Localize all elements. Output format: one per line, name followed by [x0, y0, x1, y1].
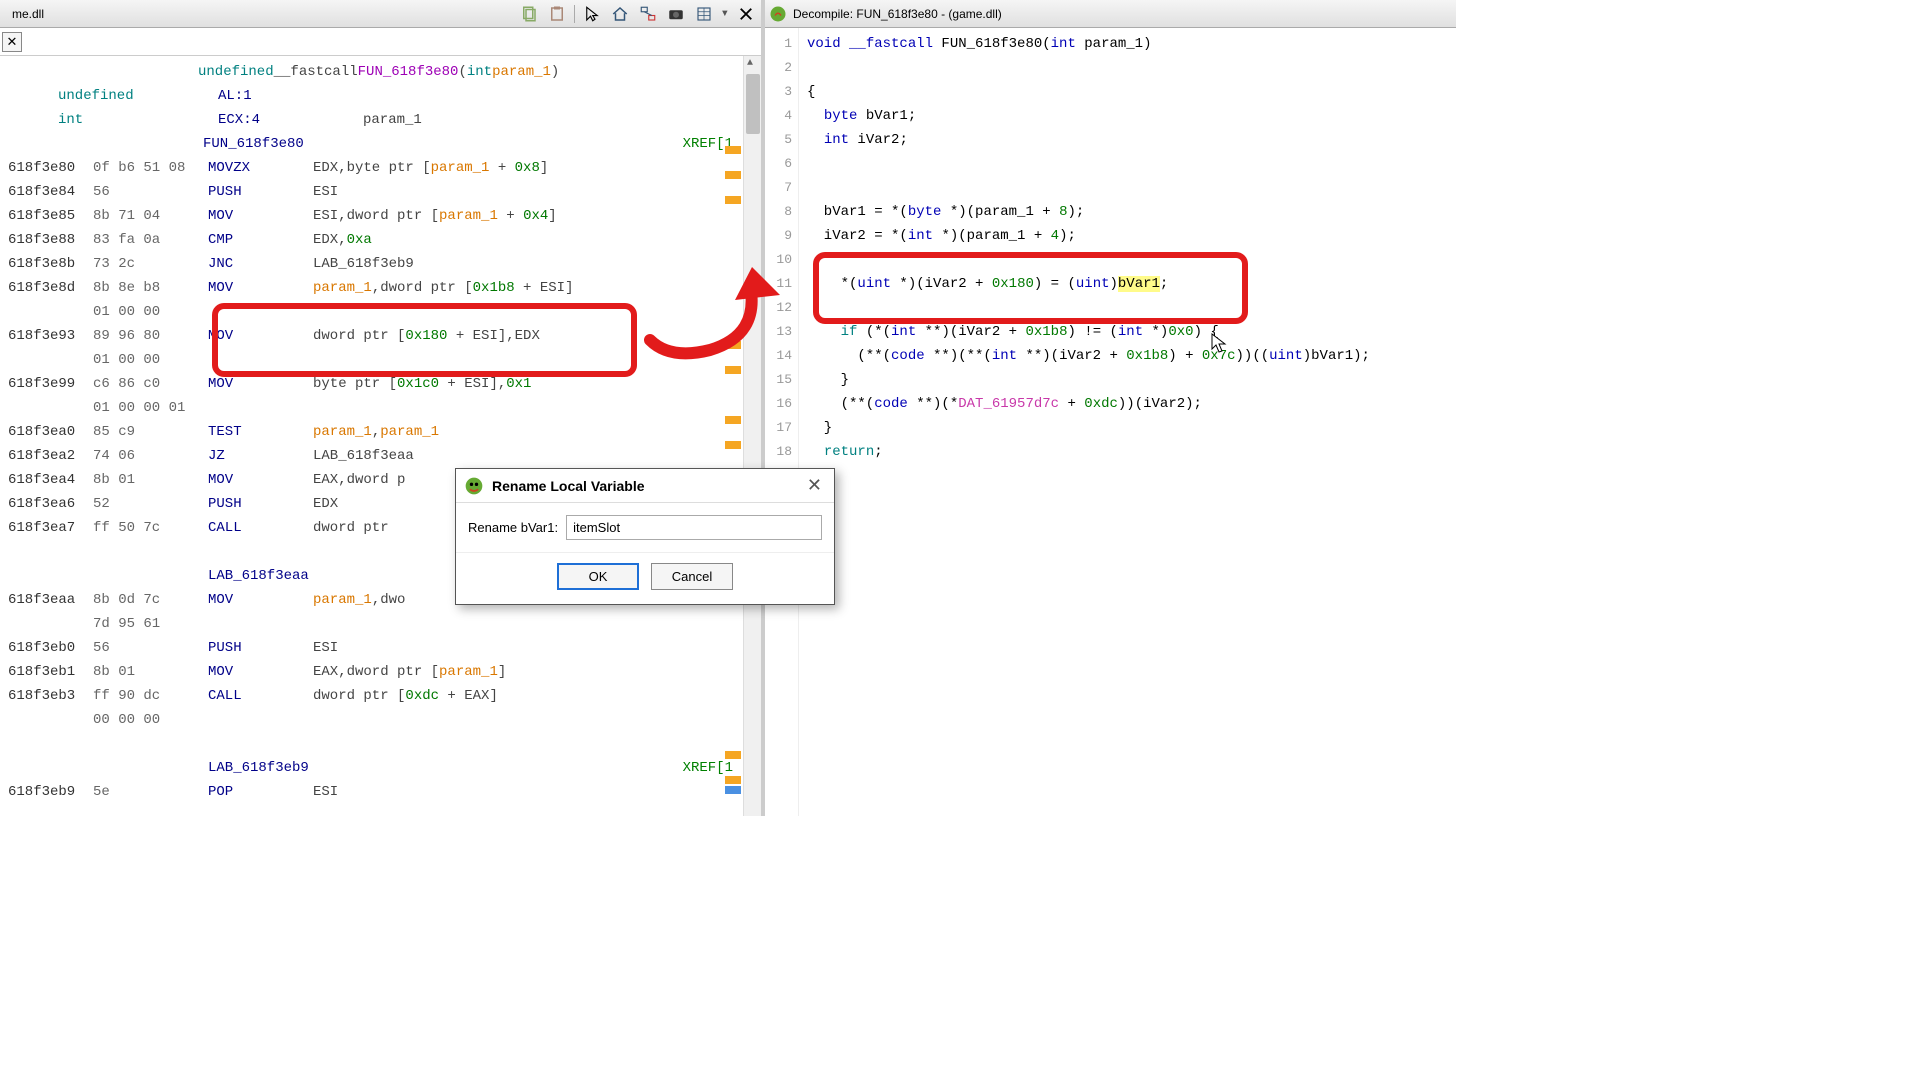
snapshot-icon[interactable]	[665, 3, 687, 25]
dialog-title: Rename Local Variable	[492, 478, 645, 494]
rename-field-label: Rename bVar1:	[468, 520, 558, 535]
disassembly-panel: me.dll	[0, 0, 765, 816]
rename-input[interactable]	[566, 515, 822, 540]
decompile-code-body[interactable]: void __fastcall FUN_618f3e80(int param_1…	[799, 28, 1456, 816]
line-number-gutter: 123456789101112131415161718	[765, 28, 799, 816]
copy-icon[interactable]	[518, 3, 540, 25]
field-editor-icon[interactable]	[693, 3, 715, 25]
close-panel-icon[interactable]	[735, 3, 757, 25]
cursor-tool-icon[interactable]	[581, 3, 603, 25]
scroll-up-icon[interactable]: ▲	[747, 58, 753, 69]
disassembly-listing[interactable]: undefined __fastcall FUN_618f3e80(int pa…	[0, 56, 761, 816]
paste-icon[interactable]	[546, 3, 568, 25]
scroll-thumb[interactable]	[746, 74, 760, 134]
rename-dialog: Rename Local Variable ✕ Rename bVar1: OK…	[455, 468, 835, 605]
decompile-panel: Decompile: FUN_618f3e80 - (game.dll) 123…	[765, 0, 1456, 816]
ghidra-app-icon	[464, 476, 484, 496]
toolbar-divider	[574, 5, 575, 23]
ok-button[interactable]: OK	[557, 563, 639, 590]
sub-tab-bar: ✕	[0, 28, 761, 56]
decompile-tab-title: Decompile: FUN_618f3e80 - (game.dll)	[793, 7, 1002, 21]
graph-icon[interactable]	[637, 3, 659, 25]
right-tab-bar: Decompile: FUN_618f3e80 - (game.dll)	[765, 0, 1456, 28]
left-tab-bar: me.dll	[0, 0, 761, 28]
cancel-button[interactable]: Cancel	[651, 563, 733, 590]
dialog-close-icon[interactable]: ✕	[803, 475, 826, 496]
home-icon[interactable]	[609, 3, 631, 25]
minimap-column	[725, 56, 741, 816]
left-tab-title: me.dll	[4, 5, 52, 23]
ghidra-icon	[769, 5, 787, 23]
scrollbar-vertical[interactable]: ▲	[743, 56, 761, 816]
decompile-code-area[interactable]: 123456789101112131415161718 void __fastc…	[765, 28, 1456, 816]
dialog-titlebar[interactable]: Rename Local Variable ✕	[456, 469, 834, 503]
close-tab-icon[interactable]: ✕	[2, 32, 22, 52]
